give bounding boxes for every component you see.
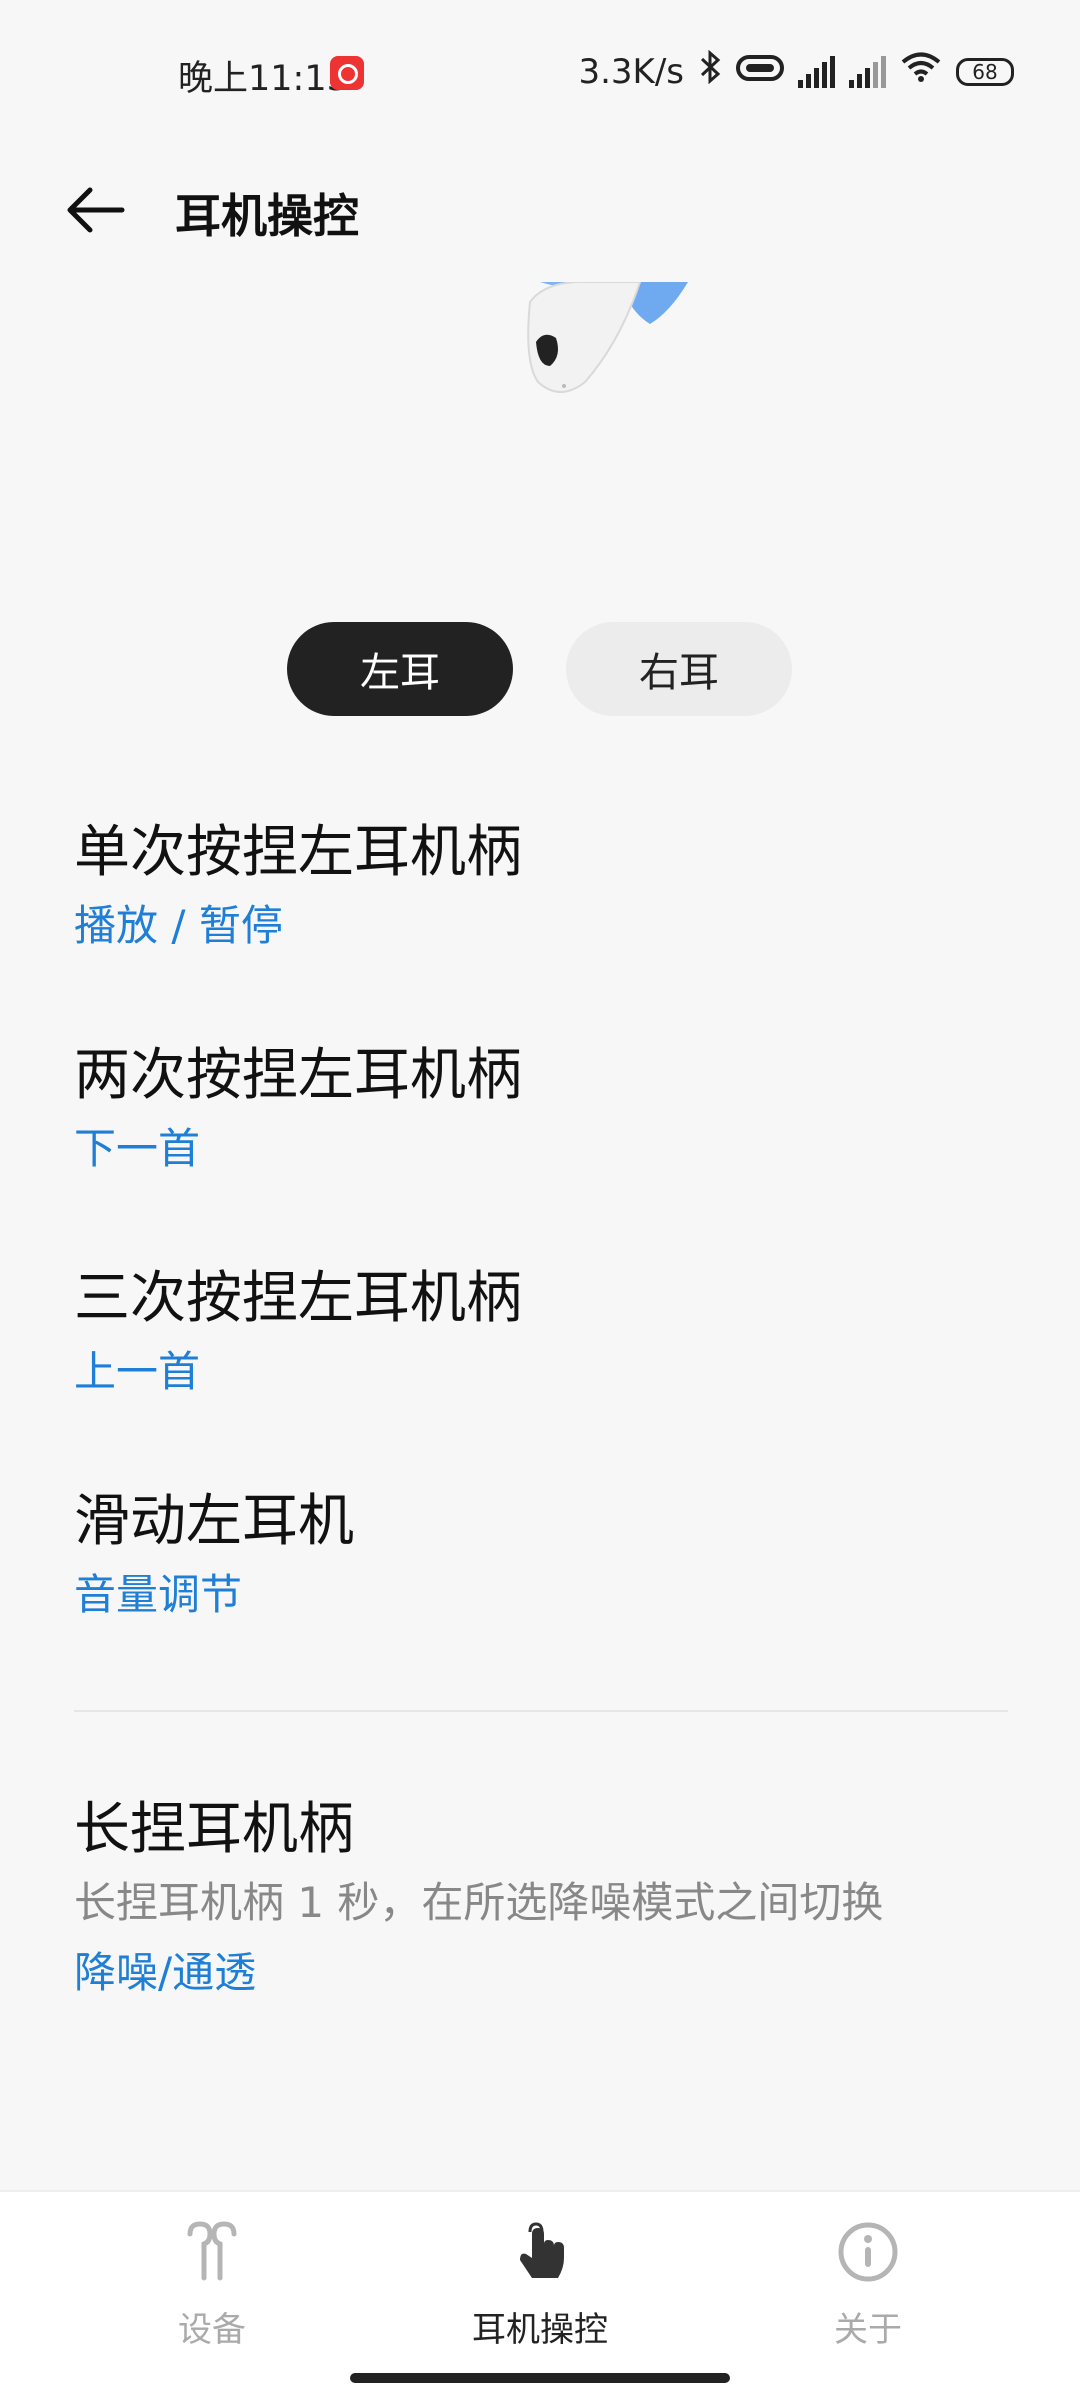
status-bar: 晚上11:13 3.3K/s 68 <box>0 0 1080 150</box>
nav-item-about[interactable]: 关于 <box>758 2220 978 2350</box>
setting-title: 单次按捏左耳机柄 <box>74 820 522 885</box>
page-title: 耳机操控 <box>175 189 359 243</box>
signal-hd-icon <box>849 55 886 88</box>
setting-value: 播放 / 暂停 <box>74 901 283 950</box>
setting-double-press[interactable]: 两次按捏左耳机柄 下一首 <box>74 1041 1014 1177</box>
network-speed: 3.3K/s <box>578 51 684 92</box>
tab-left-ear[interactable]: 左耳 <box>287 622 513 716</box>
tab-right-ear[interactable]: 右耳 <box>566 622 792 716</box>
bottom-nav: 设备 耳机操控 关于 <box>0 2190 1080 2402</box>
setting-swipe[interactable]: 滑动左耳机 音量调节 <box>74 1487 1014 1623</box>
home-indicator[interactable] <box>350 2373 730 2383</box>
earbud-illustration <box>500 280 700 402</box>
wifi-icon <box>900 51 942 92</box>
setting-single-press[interactable]: 单次按捏左耳机柄 播放 / 暂停 <box>74 818 1014 954</box>
setting-title: 长捏耳机柄 <box>74 1797 354 1862</box>
battery-icon: 68 <box>956 57 1014 86</box>
setting-triple-press[interactable]: 三次按捏左耳机柄 上一首 <box>74 1264 1014 1400</box>
setting-value: 音量调节 <box>74 1570 243 1619</box>
setting-title: 两次按捏左耳机柄 <box>74 1043 522 1108</box>
signal-hd-icon <box>798 55 835 88</box>
setting-title: 三次按捏左耳机柄 <box>74 1266 522 1331</box>
info-icon <box>838 2222 898 2282</box>
touch-hand-icon <box>520 2222 564 2278</box>
setting-value: 降噪/通透 <box>74 1948 257 1997</box>
app-badge-icon <box>330 56 364 90</box>
back-arrow-icon <box>67 187 125 233</box>
status-time: 晚上11:13 <box>178 59 349 99</box>
setting-value: 上一首 <box>74 1347 201 1396</box>
nav-label: 关于 <box>834 2310 902 2350</box>
setting-description: 长捏耳机柄 1 秒，在所选降噪模式之间切换 <box>74 1878 884 1927</box>
setting-long-press[interactable]: 长捏耳机柄 长捏耳机柄 1 秒，在所选降噪模式之间切换 降噪/通透 <box>74 1795 1014 2001</box>
headphone-link-icon <box>736 52 784 92</box>
earbuds-icon <box>187 2221 237 2281</box>
status-icons: 3.3K/s 68 <box>578 49 1014 93</box>
nav-label: 耳机操控 <box>472 2310 608 2350</box>
app-header: 耳机操控 <box>0 150 1080 270</box>
back-button[interactable] <box>60 180 130 240</box>
setting-title: 滑动左耳机 <box>74 1489 354 1554</box>
bluetooth-icon <box>698 49 722 93</box>
nav-item-controls[interactable]: 耳机操控 <box>430 2220 650 2350</box>
nav-item-devices[interactable]: 设备 <box>102 2220 322 2350</box>
divider <box>74 1710 1008 1712</box>
nav-label: 设备 <box>178 2310 246 2350</box>
setting-value: 下一首 <box>74 1124 201 1173</box>
